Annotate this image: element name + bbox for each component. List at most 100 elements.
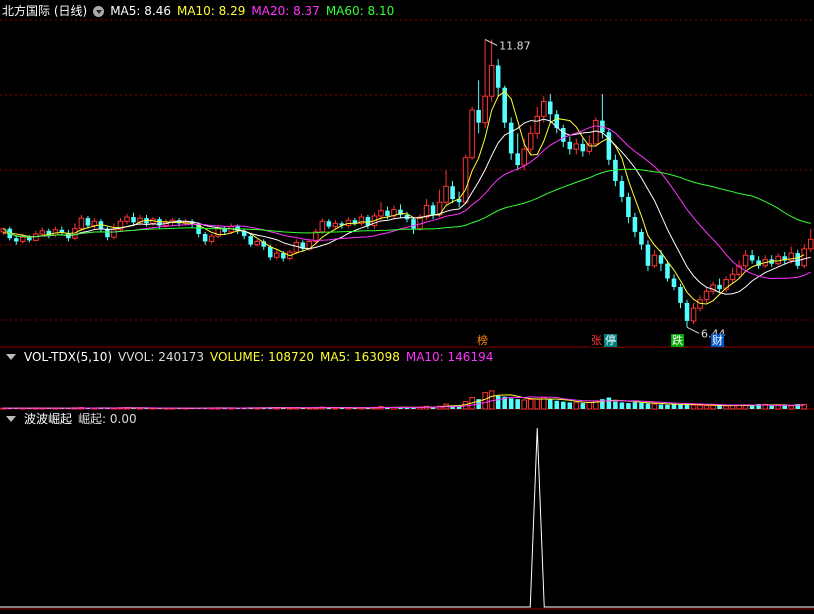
candle-body-up (78, 217, 85, 230)
candle-body-down (85, 218, 91, 226)
ma20-line (2, 125, 811, 280)
volume-bar-down (626, 403, 631, 409)
candle-body-down (326, 221, 332, 227)
ma5-line (3, 90, 805, 305)
candle-body-down (430, 205, 436, 215)
candle-body-down (508, 122, 514, 154)
candle-body-up (775, 255, 781, 265)
volume-bar-down (554, 400, 560, 409)
candle-body-down (547, 101, 553, 115)
candle-body-up (593, 120, 599, 145)
candle-body-up (482, 95, 488, 124)
candle-body-down (202, 234, 208, 242)
volume-bar-down (639, 402, 644, 409)
event-badge-1[interactable]: 张 (590, 334, 603, 347)
candle-body-down (795, 253, 800, 266)
candle-body-down (606, 132, 612, 160)
oscillator-line (0, 427, 814, 608)
volume-bar-up (521, 399, 527, 410)
volume-bar-down (678, 404, 683, 409)
volume-bar-down (665, 404, 670, 409)
volume-bar-up (527, 398, 534, 410)
volume-bar-down (645, 403, 651, 409)
candle-body-up (91, 220, 98, 227)
high-price-label: 11.87 (499, 39, 531, 52)
candle-body-up (345, 219, 352, 227)
candle-body-down (684, 302, 690, 321)
candle-body-up (801, 248, 808, 267)
volume-bar-down (547, 399, 553, 409)
volume-bar-up (586, 401, 593, 410)
candle-body-up (586, 143, 593, 152)
volume-bar-up (775, 405, 781, 410)
volume-bar-down (561, 401, 566, 409)
volume-bar-up (742, 405, 749, 410)
volume-bar-down (580, 403, 586, 409)
candle-body-up (111, 229, 117, 238)
volume-bar-down (658, 404, 664, 409)
volume-bar-up (697, 404, 703, 410)
candle-body-up (417, 216, 423, 230)
candle-body-up (703, 290, 710, 301)
candle-body-down (580, 143, 586, 152)
candle-body-down (411, 219, 416, 229)
volume-bar-up (482, 392, 488, 410)
candle-body-down (567, 141, 573, 150)
candle-body-up (378, 210, 384, 217)
candle-body-up (20, 236, 26, 242)
candle-body-down (267, 246, 273, 258)
candle-body-up (690, 307, 697, 322)
candle-body-up (488, 64, 495, 97)
event-badge-0[interactable]: 榜 (476, 334, 489, 347)
candle-body-up (254, 240, 261, 246)
volume-bar-up (703, 405, 710, 410)
volume-ma10-line (3, 396, 805, 409)
volume-bar-up (710, 404, 716, 410)
volume-bar-down (671, 404, 677, 409)
candle-body-up (273, 252, 280, 258)
volume-ma5-line (3, 394, 805, 409)
candle-body-up (540, 101, 547, 117)
volume-bar-down (619, 402, 625, 409)
volume-bar-down (515, 399, 520, 409)
candle-body-down (515, 153, 520, 166)
candle-body-down (645, 244, 651, 266)
candle-body-up (534, 115, 541, 134)
volume-bar-up (488, 390, 495, 410)
candle-body-down (495, 65, 501, 88)
candle-body-up (462, 157, 469, 203)
candle-body-down (749, 255, 755, 261)
high-marker-line (484, 39, 498, 46)
volume-bar-down (632, 402, 638, 409)
volume-bar-up (573, 402, 580, 410)
candle-body-up (527, 132, 534, 150)
candle-body-up (124, 216, 130, 222)
candle-body-up (443, 185, 449, 203)
candle-body-up (208, 235, 215, 242)
candle-body-down (365, 217, 371, 226)
event-badge-4[interactable]: 财 (711, 334, 724, 347)
candle-body-up (332, 222, 339, 228)
volume-bar-down (567, 402, 573, 409)
ma10-line (2, 118, 811, 295)
candle-body-down (476, 109, 481, 123)
volume-bar-down (508, 398, 514, 409)
candle-body-down (561, 128, 566, 142)
event-badge-3[interactable]: 跌 (671, 334, 684, 347)
candle-body-up (807, 238, 814, 250)
candle-body-down (450, 186, 455, 200)
candle-body-down (678, 287, 683, 303)
candle-body-down (665, 263, 670, 279)
kline-chart[interactable]: 11.876.44 (0, 0, 814, 614)
volume-bar-down (495, 395, 501, 409)
candle-body-up (742, 254, 749, 267)
volume-bar-up (788, 405, 794, 410)
candle-body-down (632, 217, 638, 232)
candle-body-down (619, 181, 625, 197)
candle-body-down (14, 238, 19, 242)
volume-bar-down (606, 397, 612, 409)
event-badge-2[interactable]: 停 (604, 334, 617, 347)
candle-body-up (39, 230, 46, 235)
candle-body-up (651, 254, 658, 267)
volume-bar-down (769, 405, 774, 409)
